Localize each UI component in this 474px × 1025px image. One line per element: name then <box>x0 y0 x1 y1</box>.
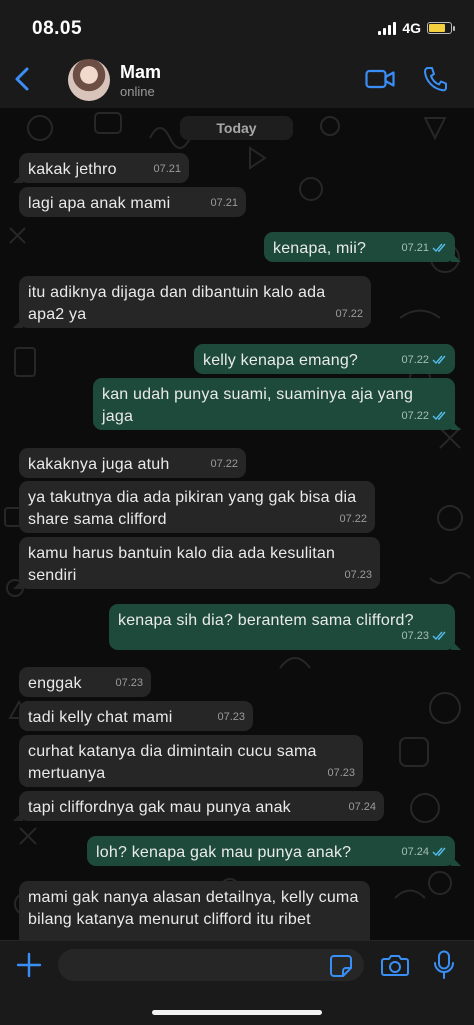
message-text: kelly kenapa emang? <box>203 352 359 369</box>
message-time: 07.21 <box>401 242 429 254</box>
message-meta: 07.23 <box>217 706 245 728</box>
message-text: kamu harus bantuin kalo dia ada kesulita… <box>28 545 336 584</box>
message-meta: 07.21 <box>401 237 447 259</box>
message-text: kan udah punya suami, suaminya aja yang … <box>102 386 414 425</box>
read-double-tick-icon <box>432 411 446 421</box>
signal-icon <box>378 21 397 35</box>
message-meta: 07.24 <box>348 796 376 818</box>
message-bubble-incoming[interactable]: tapi cliffordnya gak mau punya anak 07.2… <box>13 791 384 821</box>
message-time: 07.24 <box>348 801 376 813</box>
message-meta: 07.22 <box>401 405 447 427</box>
status-time: 08.05 <box>32 18 83 39</box>
message-text: mami gak nanya alasan detailnya, kelly c… <box>28 889 359 928</box>
message-bubble-incoming[interactable]: itu adiknya dijaga dan dibantuin kalo ad… <box>13 276 371 328</box>
chat-header: Mam online <box>0 50 474 109</box>
message-text: kakaknya juga atuh <box>28 456 170 473</box>
back-chevron-icon[interactable] <box>10 64 36 94</box>
message-text: loh? kenapa gak mau punya anak? <box>96 844 352 861</box>
message-text: itu adiknya dijaga dan dibantuin kalo ad… <box>28 284 326 323</box>
read-double-tick-icon <box>432 355 446 365</box>
message-bubble-incoming[interactable]: ya takutnya dia ada pikiran yang gak bis… <box>19 481 375 533</box>
message-meta: 07.24 <box>401 841 447 863</box>
message-list[interactable]: Today kakak jethro 07.21 lagi apa anak m… <box>0 108 474 940</box>
message-meta: 07.22 <box>339 508 367 530</box>
compose-bar <box>0 940 474 1025</box>
message-time: 07.22 <box>210 458 238 470</box>
whatsapp-chat-screen: 08.05 4G Mam online Today kakak jethro 0… <box>0 0 474 1025</box>
message-time: 07.23 <box>115 677 143 689</box>
read-double-tick-icon <box>432 243 446 253</box>
home-indicator[interactable] <box>152 1010 322 1015</box>
message-time: 07.23 <box>344 569 372 581</box>
message-time: 07.21 <box>153 163 181 175</box>
contact-avatar[interactable] <box>68 59 110 101</box>
phone-call-icon[interactable] <box>423 66 447 92</box>
message-bubble-outgoing[interactable]: kenapa sih dia? berantem sama clifford? … <box>109 604 461 650</box>
message-text: lagi apa anak mami <box>28 195 171 212</box>
microphone-icon[interactable] <box>433 950 455 980</box>
message-bubble-outgoing[interactable]: kenapa, mii? 07.21 <box>264 232 461 262</box>
status-indicators: 4G <box>378 20 455 36</box>
message-meta: 07.23 <box>327 762 355 784</box>
message-text: kenapa, mii? <box>273 240 367 257</box>
message-text: ya takutnya dia ada pikiran yang gak bis… <box>28 489 357 528</box>
battery-fill <box>429 24 445 32</box>
message-bubble-incoming[interactable]: enggak 07.23 <box>19 667 151 697</box>
plus-icon[interactable] <box>16 952 42 978</box>
message-meta: 07.21 <box>153 158 181 180</box>
contact-status: online <box>120 84 155 99</box>
video-call-icon[interactable] <box>365 68 395 90</box>
message-text: tadi kelly chat mami <box>28 709 173 726</box>
message-bubble-incoming[interactable]: kamu harus bantuin kalo dia ada kesulita… <box>13 537 380 589</box>
read-double-tick-icon <box>432 847 446 857</box>
message-meta: 07.22 <box>335 303 363 325</box>
message-bubble-incoming[interactable]: tadi kelly chat mami 07.23 <box>19 701 253 731</box>
message-bubble-incoming[interactable]: lagi apa anak mami 07.21 <box>19 187 246 217</box>
sticker-icon[interactable] <box>329 954 353 978</box>
message-time: 07.22 <box>335 308 363 320</box>
message-meta: 07.23 <box>115 672 143 694</box>
message-bubble-incoming[interactable]: mami gak nanya alasan detailnya, kelly c… <box>19 881 370 940</box>
message-input[interactable] <box>58 949 364 981</box>
message-bubble-outgoing[interactable]: loh? kenapa gak mau punya anak? 07.24 <box>87 836 461 866</box>
message-meta: 07.23 <box>344 564 372 586</box>
message-bubble-incoming[interactable]: curhat katanya dia dimintain cucu sama m… <box>19 735 363 787</box>
read-double-tick-icon <box>432 631 446 641</box>
message-meta: 07.23 <box>401 625 447 647</box>
message-time: 07.22 <box>339 513 367 525</box>
message-time: 07.21 <box>210 197 238 209</box>
message-text: curhat katanya dia dimintain cucu sama m… <box>28 743 317 782</box>
message-time: 07.23 <box>217 711 245 723</box>
message-text: tapi cliffordnya gak mau punya anak <box>28 799 291 816</box>
message-bubble-outgoing[interactable]: kan udah punya suami, suaminya aja yang … <box>93 378 461 430</box>
message-text: kenapa sih dia? berantem sama clifford? <box>118 612 414 629</box>
message-time: 07.22 <box>401 410 429 422</box>
message-bubble-outgoing[interactable]: kelly kenapa emang? 07.22 <box>194 344 455 374</box>
message-bubble-incoming[interactable]: kakak jethro 07.21 <box>13 153 189 183</box>
message-time: 07.24 <box>401 846 429 858</box>
message-time: 07.23 <box>327 767 355 779</box>
message-time: 07.22 <box>401 354 429 366</box>
message-text: kakak jethro <box>28 161 117 178</box>
message-meta: 07.22 <box>210 453 238 475</box>
camera-icon[interactable] <box>381 953 409 977</box>
message-meta: 07.21 <box>210 192 238 214</box>
message-bubble-incoming[interactable]: kakaknya juga atuh 07.22 <box>19 448 246 478</box>
contact-name[interactable]: Mam <box>120 62 161 83</box>
network-label: 4G <box>402 20 421 36</box>
battery-icon <box>427 22 455 34</box>
status-bar: 08.05 4G <box>0 0 474 50</box>
date-divider: Today <box>180 116 293 140</box>
message-meta: 07.22 <box>401 349 447 371</box>
message-text: enggak <box>28 675 82 692</box>
message-time: 07.23 <box>401 630 429 642</box>
